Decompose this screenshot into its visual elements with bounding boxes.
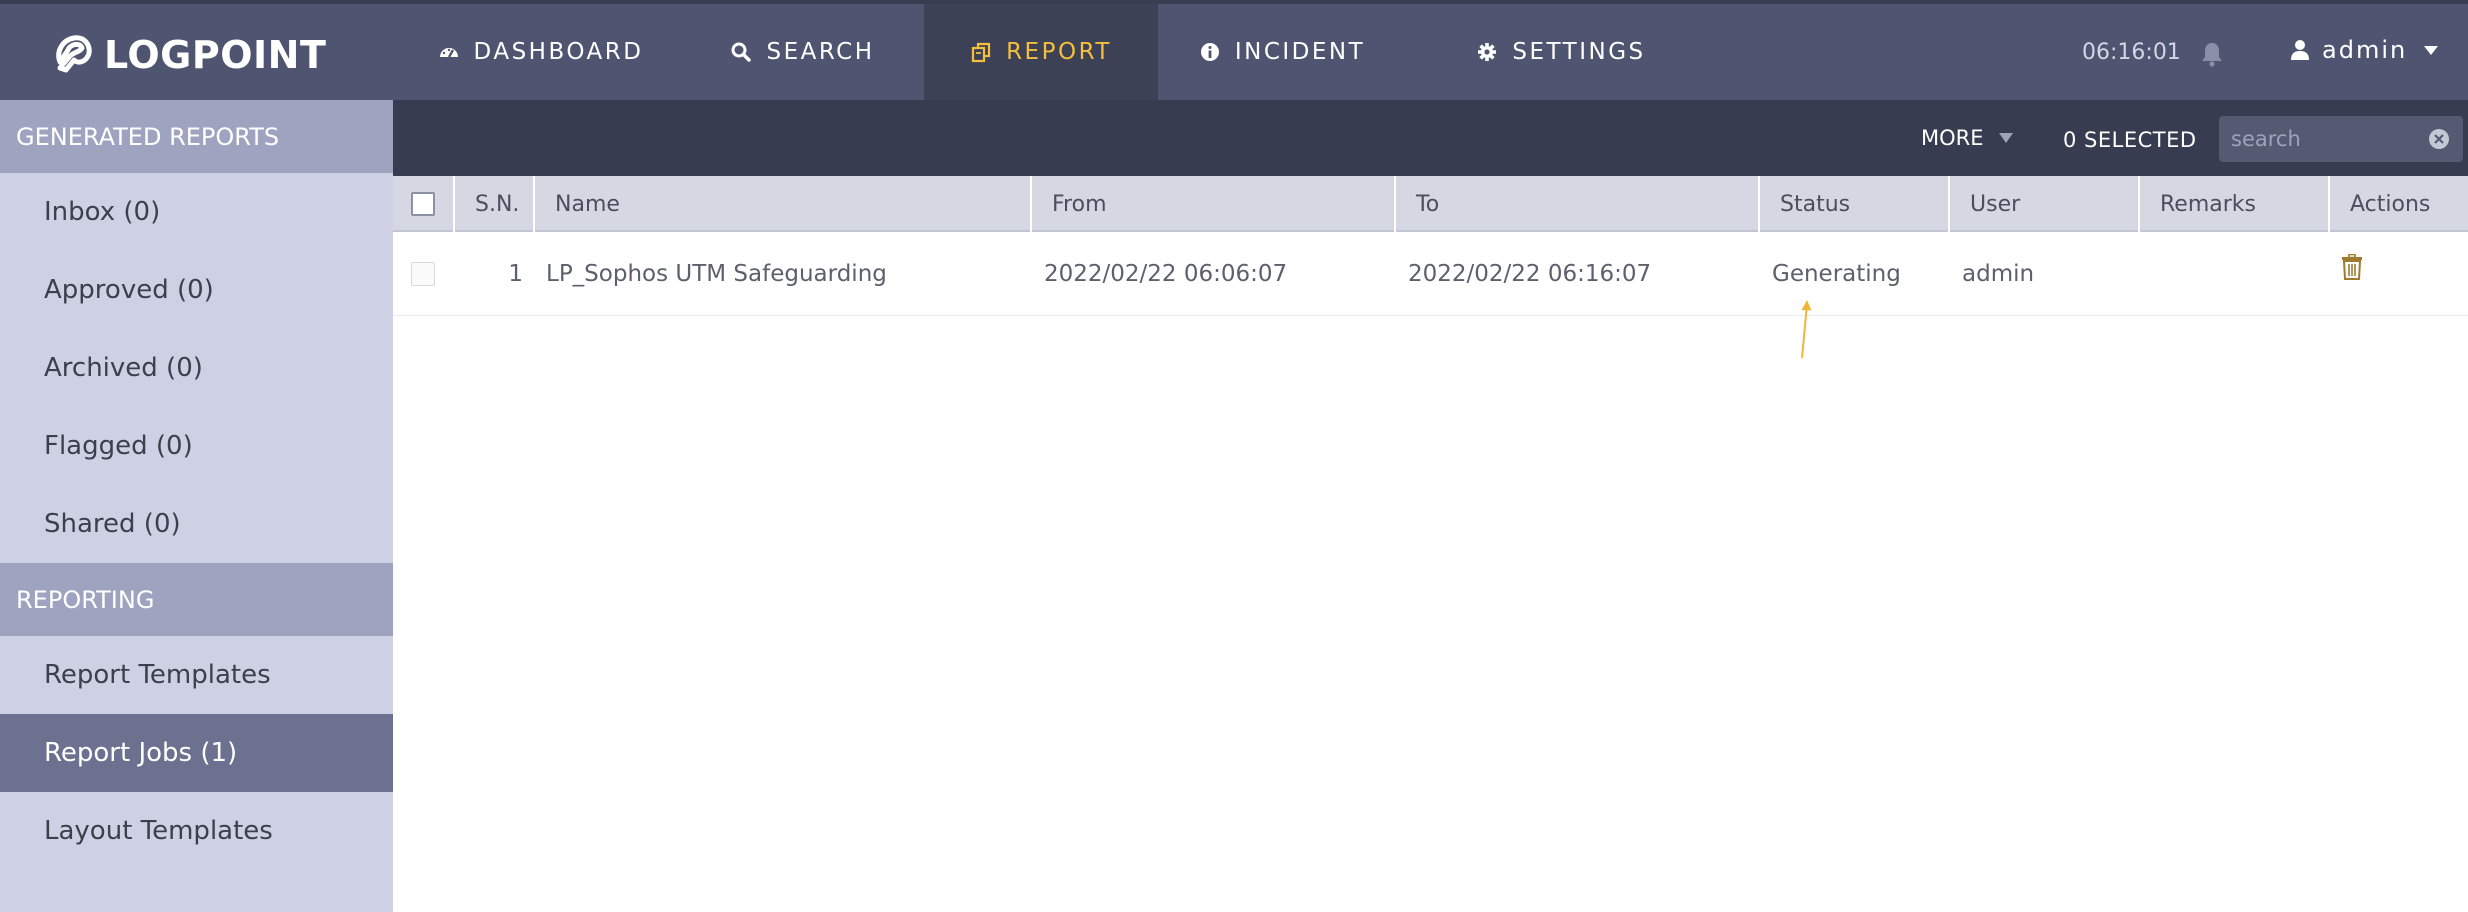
cell-from: 2022/02/22 06:06:07	[1044, 261, 1288, 287]
clock-time: 06:16:01	[2082, 40, 2181, 65]
sidebar-item-inbox[interactable]: Inbox (0)	[0, 173, 393, 251]
nav-search-label: SEARCH	[766, 39, 875, 65]
dashboard-icon	[439, 48, 458, 58]
user-name: admin	[2322, 36, 2408, 64]
sidebar-item-layout-templates[interactable]: Layout Templates	[0, 792, 393, 870]
user-icon	[2291, 40, 2309, 60]
row-checkbox[interactable]	[411, 262, 435, 286]
cell-to: 2022/02/22 06:16:07	[1408, 261, 1652, 287]
sidebar-item-shared[interactable]: Shared (0)	[0, 485, 393, 563]
caret-down-icon	[1998, 133, 2013, 143]
sidebar-item-report-templates[interactable]: Report Templates	[0, 636, 393, 714]
sidebar-item-approved[interactable]: Approved (0)	[0, 251, 393, 329]
column-header-remarks[interactable]: Remarks	[2138, 176, 2328, 232]
sidebar: GENERATED REPORTS Inbox (0) Approved (0)…	[0, 100, 393, 912]
gear-icon	[1478, 43, 1497, 61]
nav-report[interactable]: REPORT	[924, 4, 1158, 100]
search-input[interactable]	[2219, 116, 2419, 162]
column-header-status[interactable]: Status	[1758, 176, 1948, 232]
column-header-from[interactable]: From	[1030, 176, 1394, 232]
table-row[interactable]: 1 LP_Sophos UTM Safeguarding 2022/02/22 …	[393, 232, 2468, 316]
table-header: S.N. Name From To Status User Remarks Ac…	[393, 176, 2468, 232]
report-icon	[971, 42, 991, 63]
column-header-sn-label: S.N.	[475, 191, 520, 217]
nav-incident-label: INCIDENT	[1234, 39, 1366, 65]
column-header-status-label: Status	[1780, 191, 1851, 217]
cell-sn: 1	[508, 261, 523, 287]
sidebar-item-flagged[interactable]: Flagged (0)	[0, 407, 393, 485]
column-header-name[interactable]: Name	[533, 176, 1030, 232]
column-header-name-label: Name	[555, 191, 620, 217]
selected-count: 0 SELECTED	[2063, 128, 2197, 152]
nav-incident[interactable]: INCIDENT	[1158, 4, 1406, 100]
logpoint-logo[interactable]: LOGPOINT	[52, 30, 326, 80]
sidebar-item-report-jobs[interactable]: Report Jobs (1)	[0, 714, 393, 792]
top-navigation-bar: LOGPOINT DASHBOARD SEARCH REPORT INCIDEN…	[0, 0, 2468, 100]
nav-settings[interactable]: SETTINGS	[1406, 4, 1716, 100]
column-header-from-label: From	[1052, 191, 1107, 217]
column-header-to[interactable]: To	[1394, 176, 1758, 232]
nav-dashboard[interactable]: DASHBOARD	[400, 4, 681, 100]
nav-dashboard-label: DASHBOARD	[473, 39, 644, 65]
clear-search-icon[interactable]	[2428, 128, 2450, 150]
table-toolbar: MORE 0 SELECTED	[393, 100, 2468, 176]
column-header-actions-label: Actions	[2350, 191, 2431, 217]
nav-settings-label: SETTINGS	[1512, 39, 1646, 65]
trash-icon[interactable]	[2341, 254, 2363, 280]
header-select-cell	[393, 176, 453, 232]
search-icon	[731, 42, 752, 62]
column-header-user[interactable]: User	[1948, 176, 2138, 232]
main-navigation: DASHBOARD SEARCH REPORT INCIDENT SETTING…	[400, 4, 1716, 100]
column-header-remarks-label: Remarks	[2160, 191, 2256, 217]
annotation-arrow-icon	[1801, 300, 1812, 359]
sidebar-item-archived[interactable]: Archived (0)	[0, 329, 393, 407]
bell-icon[interactable]	[2200, 41, 2224, 67]
cell-name: LP_Sophos UTM Safeguarding	[546, 261, 887, 287]
logo-text: LOGPOINT	[104, 33, 327, 77]
sidebar-section-generated-reports: GENERATED REPORTS	[0, 100, 393, 173]
nav-search[interactable]: SEARCH	[681, 4, 924, 100]
sidebar-section-reporting: REPORTING	[0, 563, 393, 636]
row-select-cell	[393, 232, 453, 316]
chevron-down-icon	[2424, 46, 2439, 55]
cell-actions	[2341, 232, 2441, 316]
cell-user: admin	[1962, 261, 2035, 287]
column-header-to-label: To	[1416, 191, 1440, 217]
user-menu[interactable]: admin	[2290, 36, 2439, 64]
column-header-user-label: User	[1970, 191, 2021, 217]
logpoint-logo-icon	[56, 35, 92, 73]
search-box	[2219, 116, 2463, 162]
column-header-sn[interactable]: S.N.	[453, 176, 533, 232]
info-icon	[1200, 43, 1219, 61]
column-header-actions: Actions	[2328, 176, 2468, 232]
nav-report-label: REPORT	[1006, 39, 1112, 65]
select-all-checkbox[interactable]	[411, 192, 435, 216]
more-label: MORE	[1921, 126, 1984, 150]
more-dropdown[interactable]: MORE	[1921, 126, 2014, 150]
cell-remarks	[2152, 232, 2322, 316]
